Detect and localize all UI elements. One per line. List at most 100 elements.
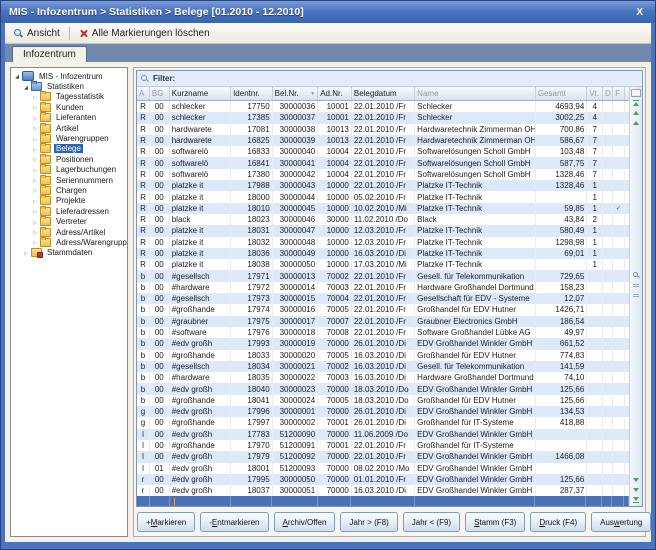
tree-item-adress-warengruppen[interactable]: Adress/Warengruppen [11, 237, 127, 247]
column-header-bg[interactable]: BG [150, 87, 170, 100]
table-row[interactable]: b00#großhande18041300000247000518.03.201… [137, 395, 629, 406]
tree-item-stammdaten[interactable]: Stammdaten [11, 248, 127, 258]
tree-collapsed-arrow-icon[interactable] [31, 166, 39, 174]
table-row[interactable]: b00#hardware17972300000147000322.01.2010… [137, 282, 629, 293]
tree-collapsed-arrow-icon[interactable] [31, 103, 39, 111]
scroll-page-up-icon[interactable] [633, 109, 639, 117]
tree-item-positionen[interactable]: Positionen [11, 154, 127, 164]
tree-collapsed-arrow-icon[interactable] [31, 124, 39, 132]
table-row[interactable]: R00softwarelö16833300000401000422.01.201… [137, 146, 629, 157]
table-row[interactable]: l01#edv großh18001512000937000008.02.201… [137, 463, 629, 474]
tab-infozentrum[interactable]: Infozentrum [12, 46, 87, 62]
tree-collapsed-arrow-icon[interactable] [31, 114, 39, 122]
table-row[interactable]: R00platzke it18032300000481000012.03.201… [137, 237, 629, 248]
tree-collapsed-arrow-icon[interactable] [31, 93, 39, 101]
column-header-name[interactable]: Name [415, 87, 536, 100]
search-icon[interactable] [633, 272, 640, 280]
table-row[interactable]: R00platzke it18036300000491000016.03.201… [137, 248, 629, 259]
filter-row[interactable]: Filter: [137, 71, 642, 87]
scroll-up-icon[interactable] [633, 119, 639, 127]
table-row[interactable]: b00#edv großh18040300000237000018.03.201… [137, 383, 629, 394]
column-header-belegdatum[interactable]: Belegdatum [352, 87, 415, 100]
table-row[interactable]: b00#software17976300000187000822.01.2010… [137, 327, 629, 338]
table-row[interactable]: b00#gesellsch17971300000137000222.01.201… [137, 270, 629, 281]
tree-expanded-arrow-icon[interactable] [13, 72, 21, 80]
tree-item-warengruppen[interactable]: Warengruppen [11, 133, 127, 143]
table-row[interactable]: R00hardwarete16825300000391001322.01.201… [137, 135, 629, 146]
tree-collapsed-arrow-icon[interactable] [31, 228, 39, 236]
scroll-first-icon[interactable] [633, 99, 639, 107]
table-row[interactable]: l00#großhande17970512000917000122.01.201… [137, 440, 629, 451]
ansicht-button[interactable]: Ansicht [9, 27, 65, 40]
tree-collapsed-arrow-icon[interactable] [22, 249, 30, 257]
column-header-d[interactable]: D [603, 87, 613, 100]
tree-collapsed-arrow-icon[interactable] [31, 238, 39, 246]
jahr-f8-button[interactable]: Jahr > (F8) [340, 512, 397, 532]
table-row[interactable]: b00#gesellsch17973300000157000422.01.201… [137, 293, 629, 304]
table-row[interactable]: R00platzke it18010300000451000010.02.201… [137, 203, 629, 214]
column-header-bel-nr[interactable]: Bel.Nr.▼ [273, 87, 319, 100]
column-chooser-icon[interactable] [631, 89, 641, 97]
tree-item-artikel[interactable]: Artikel [11, 123, 127, 133]
column-header-ad-nr[interactable]: Ad.Nr. [318, 87, 352, 100]
table-row[interactable]: g00#edv großh17996300000017000026.01.201… [137, 406, 629, 417]
column-header-vt[interactable]: Vt. [587, 87, 603, 100]
column-header-kurzname[interactable]: Kurzname [170, 87, 231, 100]
druck-f4-button[interactable]: Druck (F4) [530, 512, 586, 532]
grip-icon[interactable] [633, 282, 639, 290]
scroll-last-icon[interactable] [633, 496, 639, 504]
tree-item-adress-artikel[interactable]: Adress/Artikel [11, 227, 127, 237]
tree-collapsed-arrow-icon[interactable] [31, 176, 39, 184]
tree-item-belege[interactable]: Belege [11, 144, 127, 154]
table-row[interactable]: R00black18023300000463000011.02.2010 /Do… [137, 214, 629, 225]
stamm-f3-button[interactable]: Stamm (F3) [465, 512, 525, 532]
tree-collapsed-arrow-icon[interactable] [31, 135, 39, 143]
scroll-page-down-icon[interactable] [633, 486, 639, 494]
tree-collapsed-arrow-icon[interactable] [31, 145, 39, 153]
table-row[interactable]: R00schlecker17750300000361000122.01.2010… [137, 101, 629, 112]
tree-collapsed-arrow-icon[interactable] [31, 186, 39, 194]
grid-scroll-strip[interactable] [629, 87, 642, 506]
column-header-gesamt[interactable]: Gesamt [536, 87, 587, 100]
auswertung-button[interactable]: Auswertung [591, 512, 651, 532]
tree-collapsed-arrow-icon[interactable] [31, 218, 39, 226]
clear-markings-button[interactable]: Alle Markierungen löschen [74, 27, 215, 40]
tree-item-projekte[interactable]: Projekte [11, 196, 127, 206]
jahr-f9-button[interactable]: Jahr < (F9) [403, 512, 460, 532]
table-row[interactable]: R00platzke it17988300000431000022.01.201… [137, 180, 629, 191]
selected-empty-row[interactable] [137, 496, 629, 506]
column-header-identnr[interactable]: Identnr. [231, 87, 273, 100]
table-row[interactable]: R00platzke it18000300000441000005.02.201… [137, 191, 629, 202]
column-header-a[interactable]: A [137, 87, 150, 100]
table-row[interactable]: R00platzke it18031300000471000012.03.201… [137, 225, 629, 236]
tree-item-mis-infozentrum[interactable]: MIS - Infozentrum [11, 71, 127, 81]
scroll-down-icon[interactable] [633, 476, 639, 484]
table-row[interactable]: R00softwarelö16841300000411000422.01.201… [137, 157, 629, 168]
grip-icon-2[interactable] [633, 292, 639, 300]
tree-item-seriennummern[interactable]: Seriennummern [11, 175, 127, 185]
table-row[interactable]: R00platzke it18038300000501000017.03.201… [137, 259, 629, 270]
table-row[interactable]: r00#edv großh18037300000517000016.03.201… [137, 485, 629, 496]
table-row[interactable]: b00#graubner17975300000177000722.01.2010… [137, 316, 629, 327]
markieren-button[interactable]: + Markieren [137, 512, 195, 532]
tree-collapsed-arrow-icon[interactable] [31, 207, 39, 215]
table-row[interactable]: l00#edv großh17979512000927000022.01.201… [137, 451, 629, 462]
table-row[interactable]: b00#großhande18033300000207000516.03.201… [137, 350, 629, 361]
tree-item-statistiken[interactable]: Statistiken [11, 81, 127, 91]
table-row[interactable]: l00#edv großh17783512000907000011.06.200… [137, 429, 629, 440]
column-header-f[interactable]: F [613, 87, 625, 100]
archiv-offen-button[interactable]: Archiv/Offen [274, 512, 336, 532]
table-row[interactable]: R00softwarelö17380300000421000422.01.201… [137, 169, 629, 180]
table-row[interactable]: R00schlecker17385300000371000122.01.2010… [137, 112, 629, 123]
tree-item-lieferanten[interactable]: Lieferanten [11, 113, 127, 123]
tree-item-lagerbuchungen[interactable]: Lagerbuchungen [11, 165, 127, 175]
table-row[interactable]: b00#edv großh17993300000197000026.01.201… [137, 338, 629, 349]
entmarkieren-button[interactable]: - Entmarkieren [200, 512, 268, 532]
tree-item-vertreter[interactable]: Vertreter [11, 216, 127, 226]
tree-item-chargen[interactable]: Chargen [11, 185, 127, 195]
tree-item-kunden[interactable]: Kunden [11, 102, 127, 112]
table-row[interactable]: b00#hardware18035300000227000316.03.2010… [137, 372, 629, 383]
tree-expanded-arrow-icon[interactable] [22, 83, 30, 91]
close-button[interactable]: X [632, 7, 647, 18]
table-row[interactable]: R00hardwarete17081300000381001322.01.201… [137, 124, 629, 135]
